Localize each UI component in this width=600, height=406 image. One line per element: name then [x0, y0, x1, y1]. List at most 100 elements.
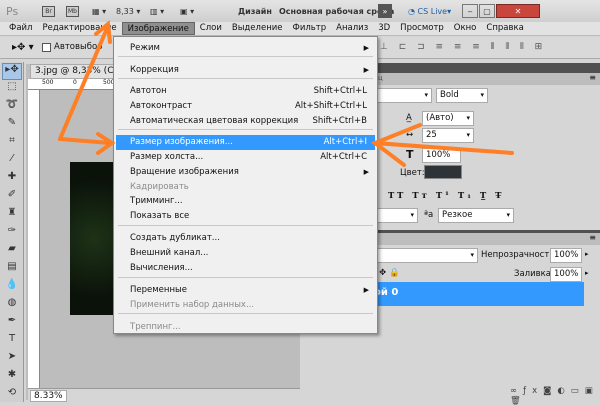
- panel-menu-icon[interactable]: ≡: [589, 233, 596, 242]
- layer-footer-icons[interactable]: ∞ƒx◙◐▭▣🗑: [510, 386, 600, 406]
- more-workspaces-button[interactable]: »: [378, 4, 392, 18]
- zoom-status[interactable]: 8.33%: [30, 390, 67, 402]
- workspace-design[interactable]: Дизайн: [238, 4, 272, 18]
- menu-analysis[interactable]: Анализ: [331, 22, 373, 35]
- marquee-tool-icon[interactable]: ⬚: [2, 81, 22, 98]
- text-style-buttons[interactable]: TT Tт T¹ T₁ T̲ T̶: [388, 191, 504, 201]
- stamp-tool-icon[interactable]: ♜: [2, 207, 22, 224]
- submenu-arrow-icon: ▶: [363, 44, 369, 52]
- minimize-button[interactable]: ‒: [462, 4, 478, 18]
- submenu-arrow-icon: ▶: [363, 66, 369, 74]
- move-tool-icon[interactable]: ▸✥: [2, 63, 22, 80]
- menu-item[interactable]: Коррекция ▶: [116, 63, 375, 78]
- crop-tool-icon[interactable]: ⌗: [2, 135, 22, 152]
- menu-separator: [118, 277, 373, 278]
- menu-3d[interactable]: 3D: [373, 22, 395, 35]
- menu-item[interactable]: Автоматическая цветовая коррекция Shift+C…: [116, 114, 375, 129]
- menu-item[interactable]: Переменные ▶: [116, 283, 375, 298]
- bridge-button[interactable]: Br: [42, 5, 55, 17]
- move-tool-preset[interactable]: ▸✥ ▾: [12, 42, 34, 53]
- ps-logo: Ps: [6, 4, 19, 18]
- menu-item-label: Создать дубликат...: [130, 233, 220, 243]
- opacity-input[interactable]: 100%: [550, 248, 582, 263]
- color-swatch[interactable]: [424, 165, 462, 179]
- menu-window[interactable]: Окно: [449, 22, 482, 35]
- layer-row[interactable]: ой 0: [370, 282, 584, 306]
- eyedropper-tool-icon[interactable]: ⁄: [2, 153, 22, 170]
- menu-item[interactable]: Тримминг...: [116, 194, 375, 209]
- cs-live-button[interactable]: ◔ CS Live ▾: [408, 4, 451, 18]
- opacity-arrow[interactable]: ▸: [585, 250, 589, 258]
- path-select-tool-icon[interactable]: ➤: [2, 351, 22, 368]
- opacity-label: Непрозрачность:: [481, 250, 558, 260]
- brush-tool-icon[interactable]: ✐: [2, 189, 22, 206]
- 3d-tool-icon[interactable]: ⟲: [2, 387, 22, 404]
- menu-item[interactable]: Вычисления...: [116, 261, 375, 276]
- menu-item[interactable]: Вращение изображения ▶: [116, 165, 375, 180]
- menu-item-label: Тримминг...: [130, 196, 183, 206]
- panel-menu-icon[interactable]: ≡: [589, 73, 596, 82]
- autoselect-checkbox[interactable]: [42, 43, 51, 52]
- mini-bridge-button[interactable]: Mb: [66, 5, 79, 17]
- submenu-arrow-icon: ▶: [363, 168, 369, 176]
- menu-filter[interactable]: Фильтр: [288, 22, 332, 35]
- menu-item[interactable]: Автотон Shift+Ctrl+L: [116, 84, 375, 99]
- document-tab[interactable]: 3.jpg @ 8,33% (С: [30, 64, 120, 79]
- menu-help[interactable]: Справка: [481, 22, 528, 35]
- scale-icon: T: [406, 148, 414, 161]
- blend-mode-select[interactable]: ▾: [370, 248, 478, 263]
- menu-item[interactable]: Внешний канал...: [116, 246, 375, 261]
- healing-tool-icon[interactable]: ✚: [2, 171, 22, 188]
- type-tool-icon[interactable]: T: [2, 333, 22, 350]
- menu-view[interactable]: Просмотр: [395, 22, 449, 35]
- blur-tool-icon[interactable]: 💧: [2, 279, 22, 296]
- menu-image[interactable]: Изображение: [121, 22, 195, 35]
- gradient-tool-icon[interactable]: ▤: [2, 261, 22, 278]
- menu-item-label: Внешний канал...: [130, 248, 209, 258]
- workspace-main[interactable]: Основная рабочая среда: [279, 4, 394, 18]
- character-panel-tabs: зац ≡: [370, 73, 600, 85]
- menu-item[interactable]: Размер изображения... Alt+Ctrl+I: [116, 135, 375, 150]
- menu-layers[interactable]: Слои: [195, 22, 227, 35]
- menu-item: Применить набор данных...: [116, 298, 375, 313]
- antialias-icon: ªa: [424, 210, 434, 220]
- menu-item[interactable]: Создать дубликат...: [116, 231, 375, 246]
- font-family-select[interactable]: ▾: [370, 88, 432, 103]
- fill-input[interactable]: 100%: [550, 267, 582, 282]
- arrange-icon[interactable]: ▥ ▾: [150, 4, 164, 18]
- menu-item[interactable]: Автоконтраст Alt+Shift+Ctrl+L: [116, 99, 375, 114]
- menu-item-label: Автотон: [130, 86, 167, 96]
- ruler-label: 0: [73, 79, 77, 86]
- shape-tool-icon[interactable]: ✱: [2, 369, 22, 386]
- history-brush-icon[interactable]: ✑: [2, 225, 22, 242]
- menu-item-shortcut: Alt+Ctrl+C: [320, 152, 367, 162]
- menu-item-label: Автоконтраст: [130, 101, 193, 111]
- antialias-select[interactable]: Резкое ▾: [438, 208, 514, 223]
- tools-panel: ▸✥ ⬚ ➰ ✎ ⌗ ⁄ ✚ ✐ ♜ ✑ ▰ ▤ 💧 ◍ ✒ T ➤ ✱ ⟲: [0, 62, 24, 402]
- dodge-tool-icon[interactable]: ◍: [2, 297, 22, 314]
- menu-item[interactable]: Показать все: [116, 209, 375, 224]
- align-icons[interactable]: ⊥ ⊏ ⊐ ≡ ≡ ≡ ⫴ ⫴ ⫴ ⊞: [380, 42, 546, 52]
- screen-mode-icon[interactable]: ▣ ▾: [180, 4, 194, 18]
- horizontal-scale-input[interactable]: 100%: [422, 148, 461, 163]
- lock-icons[interactable]: ⁄ ✥ 🔒: [375, 268, 400, 278]
- eraser-tool-icon[interactable]: ▰: [2, 243, 22, 260]
- menu-file[interactable]: Файл: [4, 22, 37, 35]
- menu-item-label: Переменные: [130, 285, 187, 295]
- zoom-dropdown[interactable]: 8,33 ▾: [116, 4, 140, 18]
- menu-item-shortcut: Alt+Ctrl+I: [323, 137, 367, 147]
- close-button[interactable]: ✕: [496, 4, 540, 18]
- pen-tool-icon[interactable]: ✒: [2, 315, 22, 332]
- menu-item[interactable]: Размер холста... Alt+Ctrl+C: [116, 150, 375, 165]
- fill-arrow[interactable]: ▸: [585, 269, 589, 277]
- view-extras-icon[interactable]: ▦ ▾: [92, 4, 106, 18]
- font-style-select[interactable]: Bold ▾: [436, 88, 488, 103]
- maximize-button[interactable]: ▢: [479, 4, 495, 18]
- menu-edit[interactable]: Редактирование: [37, 22, 121, 35]
- quick-select-tool-icon[interactable]: ✎: [2, 117, 22, 134]
- menu-item[interactable]: Режим ▶: [116, 41, 375, 56]
- leading-select[interactable]: (Авто) ▾: [422, 111, 474, 126]
- tracking-select[interactable]: 25 ▾: [422, 128, 474, 143]
- lasso-tool-icon[interactable]: ➰: [2, 99, 22, 116]
- menu-select[interactable]: Выделение: [227, 22, 288, 35]
